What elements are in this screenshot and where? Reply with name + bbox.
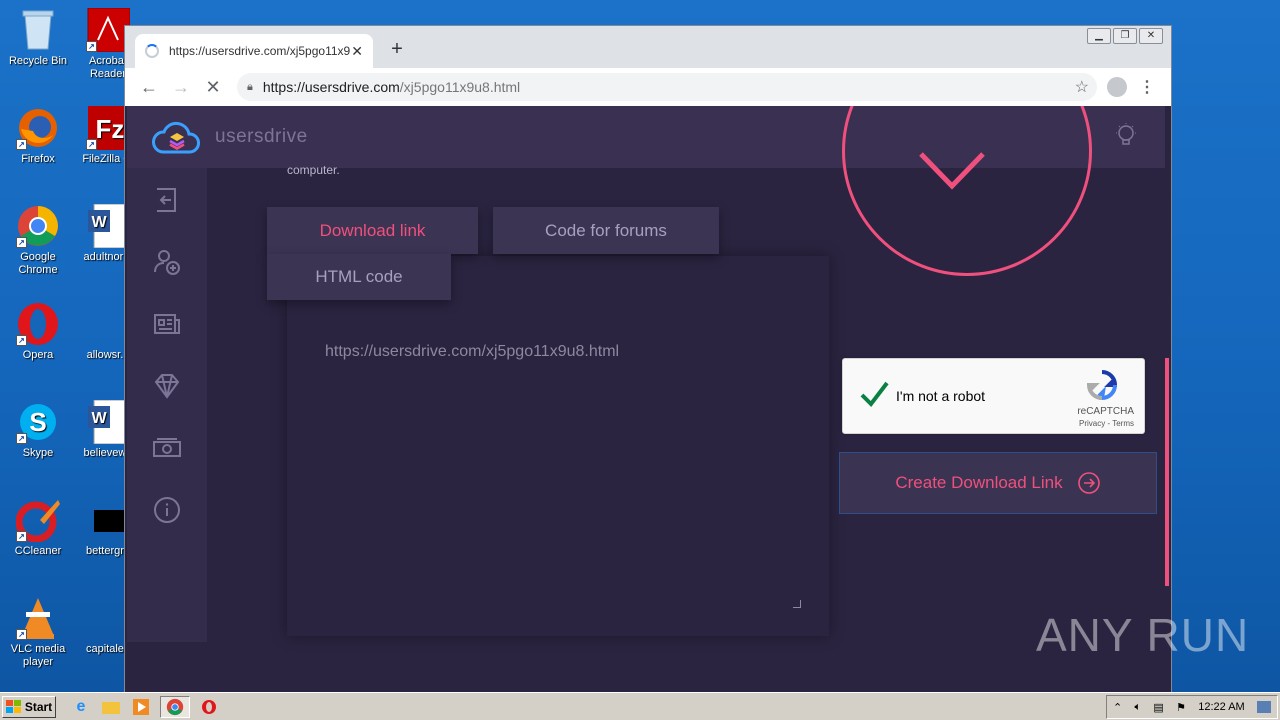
info-icon[interactable] <box>153 496 181 524</box>
desktop-icon-label: Google Chrome <box>18 251 58 276</box>
show-desktop-icon[interactable] <box>1257 701 1271 713</box>
window-controls: ▁ ❐ ✕ <box>1087 28 1163 44</box>
checkmark-icon <box>919 152 985 190</box>
desktop-icon-label: VLC media player <box>10 643 66 668</box>
create-download-link-button[interactable]: Create Download Link <box>839 452 1157 514</box>
bookmark-star-icon[interactable]: ☆ <box>1075 77 1089 97</box>
firefox-icon: ↗ <box>16 106 60 150</box>
recaptcha-widget: I'm not a robot reCAPTCHA Privacy - Term… <box>842 358 1145 434</box>
lightbulb-icon[interactable] <box>1115 123 1137 149</box>
add-user-icon[interactable] <box>153 248 181 276</box>
scrollbar-thumb[interactable] <box>1165 358 1169 586</box>
volume-icon[interactable]: 🔈︎ <box>1135 701 1142 714</box>
chrome-icon: ↗ <box>16 204 60 248</box>
intro-text: computer. <box>287 163 340 177</box>
flag-icon[interactable]: ⚑ <box>1176 701 1186 714</box>
lock-icon: 🔒︎ <box>247 80 253 93</box>
close-window-button[interactable]: ✕ <box>1139 28 1163 44</box>
anyrun-watermark: ANY RUN <box>1036 608 1249 662</box>
start-label: Start <box>24 699 53 714</box>
sidebar <box>127 168 207 642</box>
brand-name: usersdrive <box>215 126 308 147</box>
download-link-textarea[interactable]: https://usersdrive.com/xj5pgo11x9u8.html <box>325 343 619 361</box>
tab-strip: https://usersdrive.com/xj5pgo11x9u8 ✕ + … <box>125 26 1171 68</box>
resize-grip-icon[interactable] <box>793 600 801 608</box>
desktop-icon-vlc[interactable]: ↗ VLC media player <box>0 596 76 669</box>
svg-text:W: W <box>91 410 107 427</box>
forward-arrow-icon[interactable]: → <box>165 77 197 98</box>
kebab-menu-icon[interactable]: ⋮ <box>1139 77 1155 97</box>
explorer-folder-icon[interactable] <box>100 696 122 718</box>
tab-html-code[interactable]: HTML code <box>267 254 451 300</box>
desktop-icon-opera[interactable]: ↗ Opera <box>0 302 76 362</box>
svg-text:W: W <box>91 214 107 231</box>
create-download-link-label: Create Download Link <box>895 473 1063 492</box>
diamond-icon[interactable] <box>153 372 181 400</box>
news-icon[interactable] <box>153 310 181 338</box>
desktop-icon-ccleaner[interactable]: ↗ CCleaner <box>0 498 76 558</box>
link-output-panel <box>287 256 829 636</box>
url-path: /xj5pgo11x9u8.html <box>399 79 521 95</box>
address-bar[interactable]: 🔒︎ https://usersdrive.com/xj5pgo11x9u8.h… <box>237 73 1097 101</box>
cloud-logo-icon[interactable] <box>151 120 203 156</box>
start-button[interactable]: Start <box>2 695 56 718</box>
tab-download-link[interactable]: Download link <box>267 207 478 254</box>
media-player-icon[interactable] <box>130 696 152 718</box>
recaptcha-checkbox[interactable] <box>859 379 889 409</box>
network-icon[interactable]: ▤ <box>1153 701 1163 714</box>
minimize-button[interactable]: ▁ <box>1087 28 1111 44</box>
page-content: usersdrive computer. Download link Code … <box>127 106 1169 692</box>
watermark-text: ANY RUN <box>1036 609 1250 661</box>
account-avatar-icon[interactable] <box>1107 77 1127 97</box>
chrome-taskbar-icon[interactable] <box>160 695 190 718</box>
opera-taskbar-icon[interactable] <box>198 696 220 718</box>
loading-spinner-icon <box>145 44 159 58</box>
desktop-icon-label: Firefox <box>21 153 55 165</box>
windows-logo-icon <box>5 699 21 713</box>
desktop-icon-label: Recycle Bin <box>8 55 68 67</box>
arrow-right-circle-icon <box>1077 472 1100 494</box>
system-tray: ⌃ 🔈︎ ▤ ⚑ 12:22 AM <box>1106 695 1278 719</box>
recaptcha-logo-icon <box>1086 370 1118 401</box>
desktop-icon-label: Skype <box>22 447 54 459</box>
browser-toolbar: ← → ✕ 🔒︎ https://usersdrive.com/xj5pgo11… <box>125 68 1171 106</box>
stop-loading-icon[interactable]: ✕ <box>197 77 229 98</box>
recycle-bin-icon <box>16 8 60 52</box>
sign-in-icon[interactable] <box>153 186 181 214</box>
money-icon[interactable] <box>153 434 181 462</box>
tab-code-for-forums[interactable]: Code for forums <box>493 207 719 254</box>
url-host: https://usersdrive.com <box>262 79 400 95</box>
vlc-icon: ↗ <box>16 596 60 640</box>
recaptcha-label: I'm not a robot <box>896 388 986 404</box>
taskbar: Start e ⌃ 🔈︎ ▤ ⚑ 12:22 AM <box>0 692 1280 720</box>
desktop-icon-label: CCleaner <box>14 545 62 557</box>
desktop-icon-recycle-bin[interactable]: Recycle Bin <box>0 8 76 68</box>
tab-title: https://usersdrive.com/xj5pgo11x9u8 <box>169 44 352 58</box>
desktop-icon-label: Opera <box>22 349 54 361</box>
tray-expand-icon[interactable]: ⌃ <box>1113 701 1122 714</box>
back-arrow-icon[interactable]: ← <box>133 77 165 98</box>
desktop-icon-chrome[interactable]: ↗ Google Chrome <box>0 204 76 277</box>
ccleaner-icon: ↗ <box>16 498 60 542</box>
svg-text:Fz: Fz <box>96 114 125 144</box>
chrome-window: https://usersdrive.com/xj5pgo11x9u8 ✕ + … <box>124 25 1172 693</box>
desktop-icon-firefox[interactable]: ↗ Firefox <box>0 106 76 166</box>
close-tab-icon[interactable]: ✕ <box>351 43 363 60</box>
recaptcha-terms[interactable]: Privacy - Terms <box>1079 419 1134 428</box>
clock[interactable]: 12:22 AM <box>1198 701 1244 713</box>
recaptcha-brand: reCAPTCHA <box>1077 406 1134 417</box>
browser-tab[interactable]: https://usersdrive.com/xj5pgo11x9u8 ✕ <box>135 34 373 68</box>
desktop-icon-skype[interactable]: S ↗ Skype <box>0 400 76 460</box>
ie-icon[interactable]: e <box>70 696 92 718</box>
new-tab-button[interactable]: + <box>387 38 407 61</box>
restore-button[interactable]: ❐ <box>1113 28 1137 44</box>
svg-text:S: S <box>29 407 46 437</box>
opera-icon: ↗ <box>16 302 60 346</box>
skype-icon: S ↗ <box>16 400 60 444</box>
